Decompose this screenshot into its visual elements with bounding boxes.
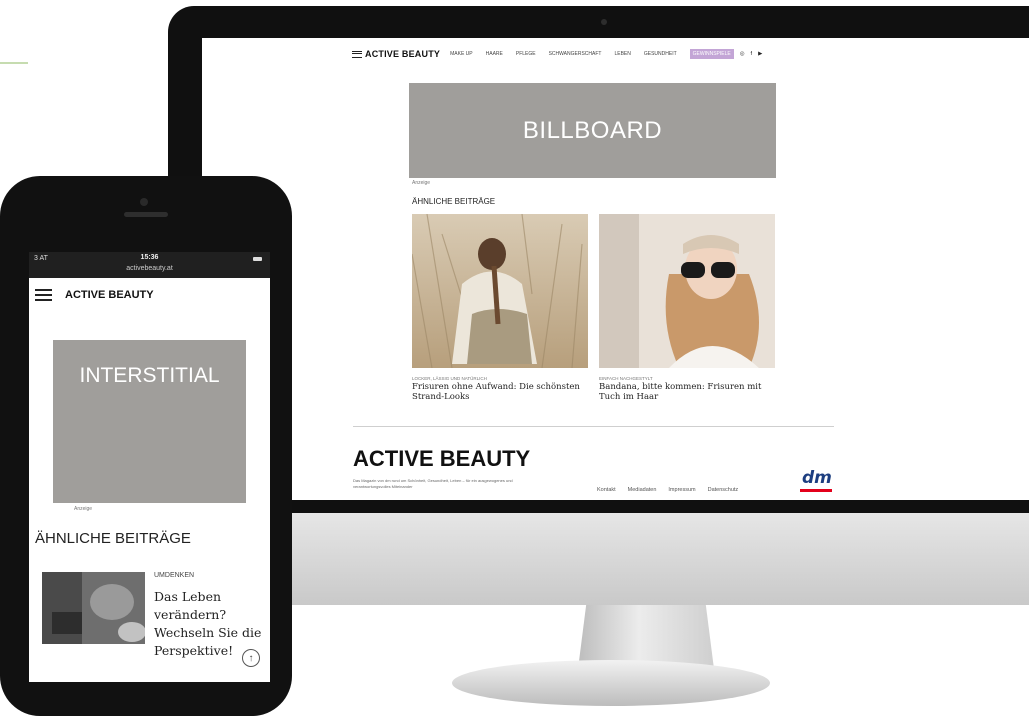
ad-label: Anzeige (74, 506, 93, 512)
scroll-to-top-button[interactable]: ↑ (242, 649, 260, 667)
interstitial-ad[interactable]: INTERSTITIAL (53, 340, 246, 503)
footer-links: Kontakt Mediadaten Impressum Datenschutz (597, 487, 738, 493)
menu-icon[interactable] (35, 289, 52, 301)
battery-icon (253, 257, 262, 261)
article-category: EINFACH NACHGESTYLT (599, 376, 653, 381)
phone-screen: 3 AT 15:36 activebeauty.at ACTIVE BEAUTY… (29, 252, 270, 682)
monitor-stand-base (452, 660, 770, 706)
dm-logo[interactable]: dm (802, 468, 832, 488)
footer-link-kontakt[interactable]: Kontakt (597, 487, 616, 493)
desktop-monitor: ACTIVE BEAUTY MAKE UP HAARE PFLEGE SCHWA… (168, 6, 1029, 513)
monitor-chin (168, 513, 1029, 605)
article-title[interactable]: Frisuren ohne Aufwand: Die schönsten Str… (412, 382, 588, 402)
social-links: ◎ f ▶ (740, 51, 763, 57)
dm-logo-bar (800, 489, 832, 492)
arrow-up-icon: ↑ (248, 652, 254, 664)
nav-item-pflege[interactable]: PFLEGE (516, 51, 536, 57)
mobile-header: ACTIVE BEAUTY (29, 278, 270, 312)
footer-description: Das Magazin von dm rund um Schönheit, Ge… (353, 478, 513, 489)
instagram-icon[interactable]: ◎ (740, 51, 745, 57)
article-card[interactable]: LOCKER, LÄSSIG UND NATÜRLICH Frisuren oh… (411, 213, 588, 402)
main-nav: MAKE UP HAARE PFLEGE SCHWANGERSCHAFT LEB… (450, 49, 734, 59)
youtube-icon[interactable]: ▶ (758, 51, 762, 57)
nav-item-schwangerschaft[interactable]: SCHWANGERSCHAFT (549, 51, 602, 57)
status-clock: 15:36 (140, 254, 159, 261)
nav-item-gewinnspiele[interactable]: GEWINNSPIELE (689, 49, 734, 59)
earpiece (124, 212, 168, 217)
desktop-header: ACTIVE BEAUTY MAKE UP HAARE PFLEGE SCHWA… (352, 45, 872, 63)
home-indicator (124, 696, 168, 704)
similar-posts-heading: ÄHNLICHE BEITRÄGE (35, 530, 191, 547)
menu-icon[interactable] (352, 50, 362, 58)
facebook-icon[interactable]: f (751, 51, 753, 57)
address-bar[interactable]: activebeauty.at (29, 265, 270, 272)
article-title[interactable]: Bandana, bitte kommen: Frisuren mit Tuch… (599, 382, 775, 402)
nav-item-haare[interactable]: HAARE (486, 51, 503, 57)
article-category: UMDENKEN (154, 572, 195, 579)
nav-item-makeup[interactable]: MAKE UP (450, 51, 473, 57)
site-logo[interactable]: ACTIVE BEAUTY (65, 289, 154, 301)
status-bar: 3 AT 15:36 activebeauty.at (29, 252, 270, 278)
site-logo[interactable]: ACTIVE BEAUTY (365, 49, 440, 59)
footer-divider (353, 426, 834, 427)
front-camera (140, 198, 148, 206)
article-card[interactable]: EINFACH NACHGESTYLT Bandana, bitte komme… (599, 214, 775, 402)
article-image-bandana (599, 214, 775, 368)
smartphone: 3 AT 15:36 activebeauty.at ACTIVE BEAUTY… (0, 176, 292, 716)
nav-item-leben[interactable]: LEBEN (614, 51, 630, 57)
billboard-ad[interactable]: BILLBOARD (409, 83, 776, 178)
footer-logo[interactable]: ACTIVE BEAUTY (353, 446, 530, 472)
similar-posts-heading: ÄHNLICHE BEITRÄGE (412, 197, 496, 206)
webcam (601, 19, 607, 25)
article-category: LOCKER, LÄSSIG UND NATÜRLICH (412, 376, 487, 381)
footer-link-impressum[interactable]: Impressum (668, 487, 695, 493)
article-image-beach (411, 213, 588, 369)
accent-line (0, 62, 28, 64)
footer-link-datenschutz[interactable]: Datenschutz (708, 487, 739, 493)
nav-item-gesundheit[interactable]: GESUNDHEIT (644, 51, 677, 57)
article-image-perspective[interactable] (42, 572, 145, 644)
footer-link-mediadaten[interactable]: Mediadaten (628, 487, 657, 493)
desktop-screen: ACTIVE BEAUTY MAKE UP HAARE PFLEGE SCHWA… (202, 38, 1029, 500)
ad-label: Anzeige (412, 180, 431, 186)
